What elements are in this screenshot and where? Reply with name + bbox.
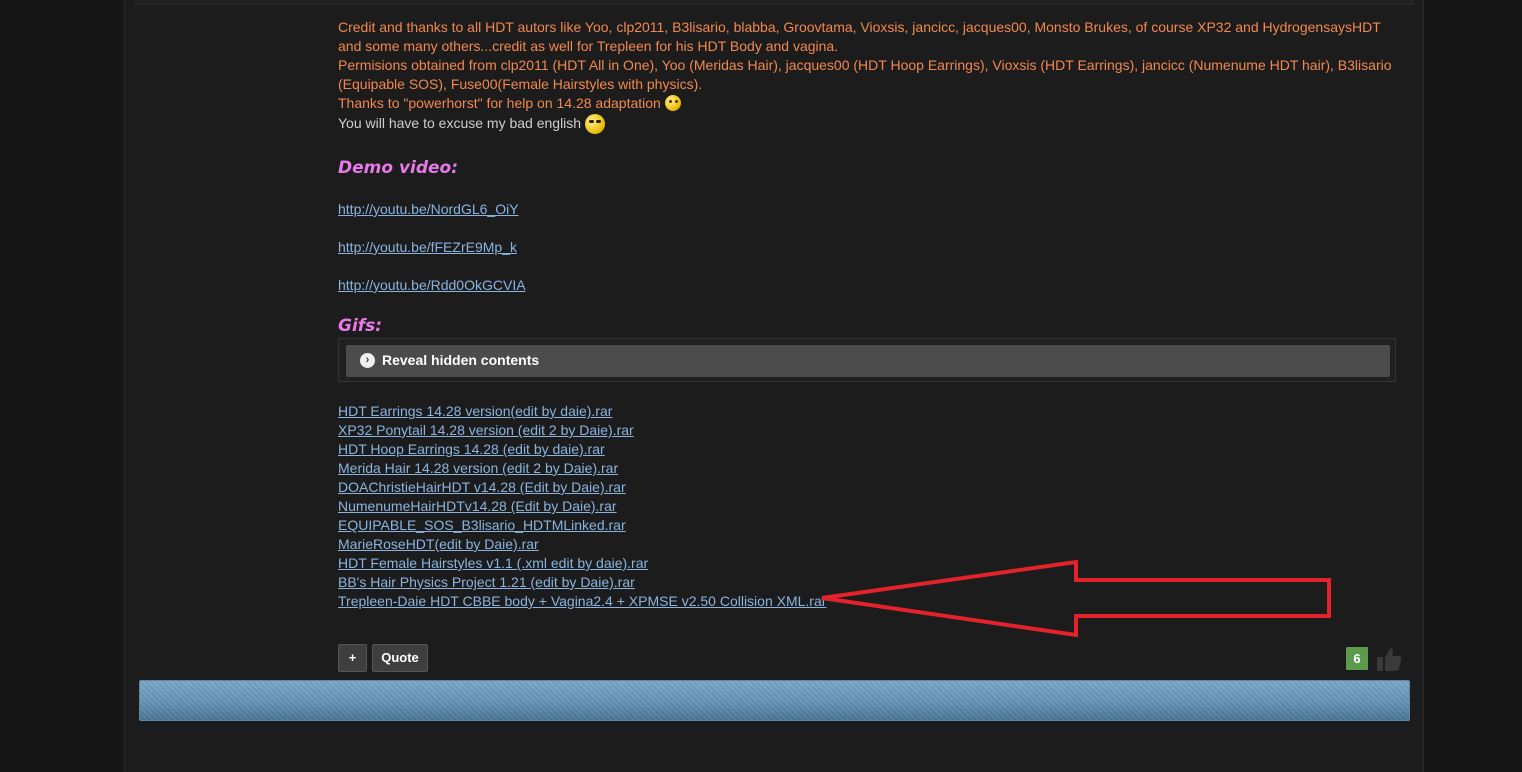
credits-line: Credit and thanks to all HDT autors like… — [338, 19, 1381, 35]
demo-video-heading: Demo video: — [338, 158, 459, 178]
wink-emoji-icon — [664, 95, 681, 111]
attachment-link[interactable]: HDT Female Hairstyles v1.1 (.xml edit by… — [338, 554, 826, 573]
attachment-link[interactable]: EQUIPABLE_SOS_B3lisario_HDTMLinked.rar — [338, 516, 826, 535]
post-body: Credit and thanks to all HDT autors like… — [338, 18, 1398, 134]
thanks-line: Thanks to "powerhorst" for help on 14.28… — [338, 94, 1398, 113]
post-divider — [134, 0, 1414, 5]
excuse-text: You will have to excuse my bad english — [338, 115, 582, 131]
attachment-link[interactable]: Trepleen-Daie HDT CBBE body + Vagina2.4 … — [338, 592, 826, 611]
attachment-link[interactable]: BB's Hair Physics Project 1.21 (edit by … — [338, 573, 826, 592]
reveal-hidden-contents-button[interactable]: › Reveal hidden contents — [346, 345, 1390, 377]
post-footer-bar — [139, 680, 1410, 721]
video-link[interactable]: http://youtu.be/fFEZrE9Mp_k — [338, 239, 517, 255]
attachment-link[interactable]: DOAChristieHairHDT v14.28 (Edit by Daie)… — [338, 478, 826, 497]
gifs-heading: Gifs: — [338, 316, 383, 336]
permissions-line: (Equipable SOS), Fuse00(Female Hairstyle… — [338, 76, 703, 92]
attachment-link[interactable]: HDT Hoop Earrings 14.28 (edit by daie).r… — [338, 440, 826, 459]
attachment-link[interactable]: NumenumeHairHDTv14.28 (Edit by Daie).rar — [338, 497, 826, 516]
credits-text: Credit and thanks to all HDT autors like… — [338, 18, 1398, 113]
attachment-link[interactable]: XP32 Ponytail 14.28 version (edit 2 by D… — [338, 421, 826, 440]
video-link[interactable]: http://youtu.be/Rdd0OkGCVIA — [338, 277, 526, 293]
quote-button[interactable]: Quote — [372, 644, 428, 672]
video-link[interactable]: http://youtu.be/NordGL6_OiY — [338, 201, 519, 217]
excuse-line: You will have to excuse my bad english — [338, 113, 1398, 134]
credits-line: and some many others...credit as well fo… — [338, 38, 839, 54]
thumbs-up-icon[interactable] — [1375, 646, 1403, 672]
attachment-link[interactable]: HDT Earrings 14.28 version(edit by daie)… — [338, 402, 826, 421]
spoiler-box: › Reveal hidden contents — [338, 338, 1396, 382]
spoiler-label: Reveal hidden contents — [382, 352, 540, 368]
attachment-link[interactable]: Merida Hair 14.28 version (edit 2 by Dai… — [338, 459, 826, 478]
thanks-text: Thanks to "powerhorst" for help on 14.28… — [338, 95, 661, 111]
multiquote-plus-button[interactable]: + — [338, 644, 367, 672]
cool-emoji-icon — [585, 114, 606, 134]
attachment-list: HDT Earrings 14.28 version(edit by daie)… — [338, 402, 826, 611]
permissions-line: Permisions obtained from clp2011 (HDT Al… — [338, 57, 1392, 73]
chevron-right-circle-icon: › — [360, 353, 375, 368]
attachment-link[interactable]: MarieRoseHDT(edit by Daie).rar — [338, 535, 826, 554]
like-count-badge: 6 — [1346, 647, 1368, 670]
